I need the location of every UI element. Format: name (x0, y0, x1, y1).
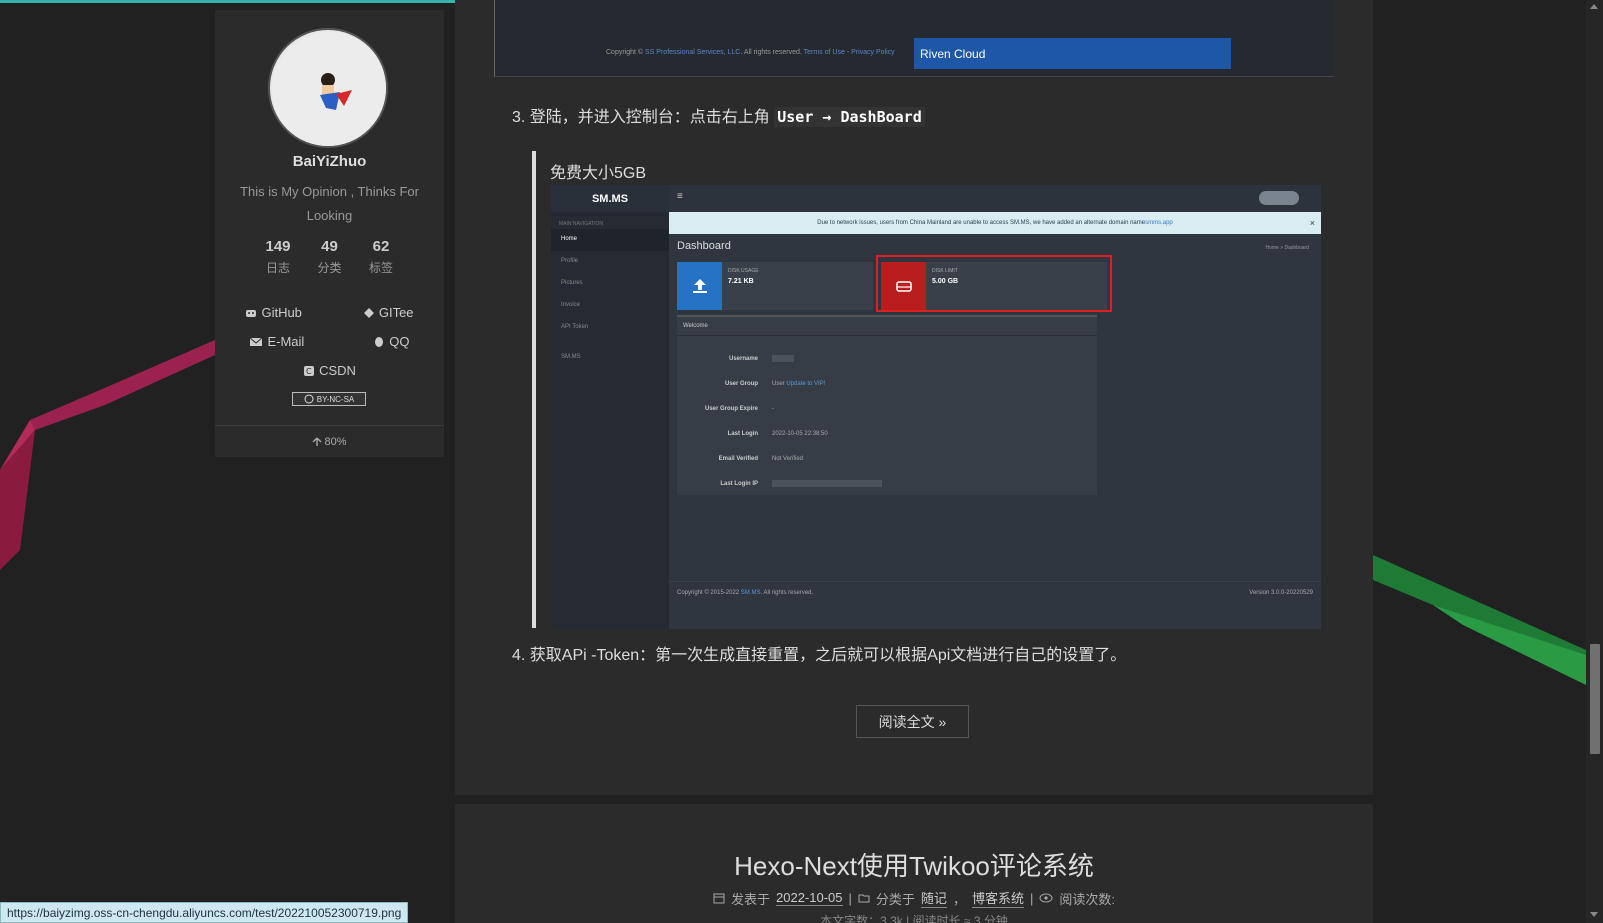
step-3-code: User → DashBoard (774, 107, 925, 127)
eye-icon (1039, 893, 1053, 903)
github-icon (246, 309, 257, 317)
status-bar-url: https://baiyzimg.oss-cn-chengdu.aliyuncs… (0, 902, 409, 923)
close-icon: × (1309, 218, 1315, 228)
envelope-icon (250, 337, 263, 346)
post-date[interactable]: 2022-10-05 (776, 890, 843, 906)
dashboard-nav-invoice: Invoice (561, 302, 581, 308)
welcome-panel: Welcome Username User Group User Update t… (677, 315, 1097, 495)
author-avatar[interactable] (268, 28, 388, 148)
creative-commons-icon (304, 394, 314, 404)
dashboard-title: Dashboard (677, 240, 731, 252)
github-label: GitHub (261, 305, 302, 320)
next-post-card: Hexo-Next使用Twikoo评论系统 发表于 2022-10-05 | 分… (455, 804, 1373, 923)
social-links: GitHub GITee E-Mail QQ C CSDN (215, 298, 444, 385)
highlight-frame (876, 255, 1112, 312)
stat-tags-label: 标签 (368, 261, 393, 275)
avatar-image (272, 32, 386, 146)
blockquote-bar (532, 151, 536, 628)
author-description: This is My Opinion , Thinks For Looking (240, 184, 419, 223)
scrollbar-thumb[interactable] (1590, 644, 1600, 754)
step-3-text: 3. 登陆，并进入控制台：点击右上角 User → DashBoard (512, 103, 925, 127)
gitee-link[interactable]: GITee (363, 305, 414, 320)
folder-icon (858, 894, 870, 903)
post-title[interactable]: Hexo-Next使用Twikoo评论系统 (455, 846, 1373, 883)
right-ribbon-decoration (1373, 555, 1586, 685)
gitee-label: GITee (378, 305, 414, 320)
dashboard-nav-api-token: API Token (561, 324, 589, 330)
scroll-down-arrow[interactable] (1590, 912, 1598, 917)
arrow-up-icon (312, 437, 322, 446)
upload-icon (677, 262, 722, 310)
calendar-icon (713, 893, 725, 904)
left-ribbon-decoration (0, 340, 215, 570)
dashboard-sidebar: SM.MS MAIN NAVIGATION Home Profile Pictu… (551, 185, 669, 629)
site-stats: 149 日志 49 分类 62 标签 (255, 238, 404, 276)
stat-posts-label: 日志 (265, 261, 290, 275)
dashboard-footer: Copyright © 2015-2022 SM.MS. All rights … (669, 581, 1321, 603)
stat-categories-label: 分类 (317, 261, 342, 275)
post-card: Copyright © SS Professional Services, LL… (455, 0, 1373, 795)
dashboard-breadcrumb: Home > Dashboard (1265, 245, 1310, 251)
footer-copyright-text: Copyright © SS Professional Services, LL… (606, 49, 895, 56)
author-name: BaiYiZhuo (292, 153, 367, 170)
dashboard-logo: SM.MS (551, 185, 669, 212)
csdn-icon: C (304, 365, 315, 376)
qq-link[interactable]: QQ (373, 334, 410, 349)
scroll-up-arrow[interactable] (1590, 4, 1598, 9)
dashboard-nav-pictures: Pictures (561, 280, 583, 286)
user-avatar-pill (1259, 191, 1299, 205)
disk-usage-value: 7.21 KB (728, 278, 754, 285)
csdn-label: CSDN (319, 363, 356, 378)
license-badge[interactable]: BY-NC-SA (292, 392, 366, 406)
dashboard-nav-home: Home (551, 229, 669, 251)
stat-tags-count: 62 (372, 238, 390, 255)
email-label: E-Mail (267, 334, 305, 349)
dashboard-topbar: ≡ (669, 185, 1321, 212)
svg-text:C: C (306, 367, 312, 376)
sidebar: BaiYiZhuo This is My Opinion , Thinks Fo… (215, 10, 444, 457)
stat-posts[interactable]: 149 日志 (255, 238, 301, 276)
email-link[interactable]: E-Mail (249, 334, 304, 349)
qq-label: QQ (389, 334, 410, 349)
csdn-link[interactable]: C CSDN (303, 363, 356, 378)
disk-usage-box: DISK USAGE 7.21 KB (677, 262, 873, 310)
diamond-icon (363, 307, 374, 318)
read-more-button[interactable]: 阅读全文 » (856, 705, 969, 738)
stat-posts-count: 149 (265, 238, 291, 255)
stat-categories[interactable]: 49 分类 (307, 238, 353, 276)
back-to-top-button[interactable]: 80% (215, 425, 444, 457)
blockquote-text: 免费大小5GB (550, 165, 647, 182)
dashboard-screenshot[interactable]: SM.MS MAIN NAVIGATION Home Profile Pictu… (551, 185, 1321, 629)
dashboard-nav-smms: SM.MS (561, 354, 581, 360)
stat-tags[interactable]: 62 标签 (358, 238, 404, 276)
back-to-top-percent: 80% (324, 435, 347, 448)
screenshot-site-footer: Copyright © SS Professional Services, LL… (494, 0, 1334, 77)
dashboard-nav-profile: Profile (561, 258, 579, 264)
license-label: BY-NC-SA (316, 394, 355, 404)
page-scrollbar[interactable] (1586, 0, 1603, 923)
stat-categories-count: 49 (321, 238, 338, 255)
step-4-text: 4. 获取APi -Token：第一次生成直接重置，之后就可以根据Api文档进行… (512, 647, 1127, 664)
riven-cloud-banner: Riven Cloud (914, 38, 1231, 69)
post-meta: 发表于 2022-10-05 | 分类于 随记， 博客系统 | 阅读次数: (455, 888, 1373, 908)
qq-penguin-icon (375, 336, 384, 347)
riven-cloud-label: Riven Cloud (920, 46, 986, 61)
dashboard-alert: Due to network issues, users from China … (669, 212, 1321, 234)
category-link-1[interactable]: 随记 (920, 888, 947, 908)
category-link-2[interactable]: 博客系统 (971, 888, 1024, 908)
menu-icon: ≡ (677, 191, 683, 202)
github-link[interactable]: GitHub (245, 305, 302, 320)
post-meta-wordcount: 本文字数：3.3k | 阅读时长 ≈ 3 分钟 (820, 914, 1008, 923)
